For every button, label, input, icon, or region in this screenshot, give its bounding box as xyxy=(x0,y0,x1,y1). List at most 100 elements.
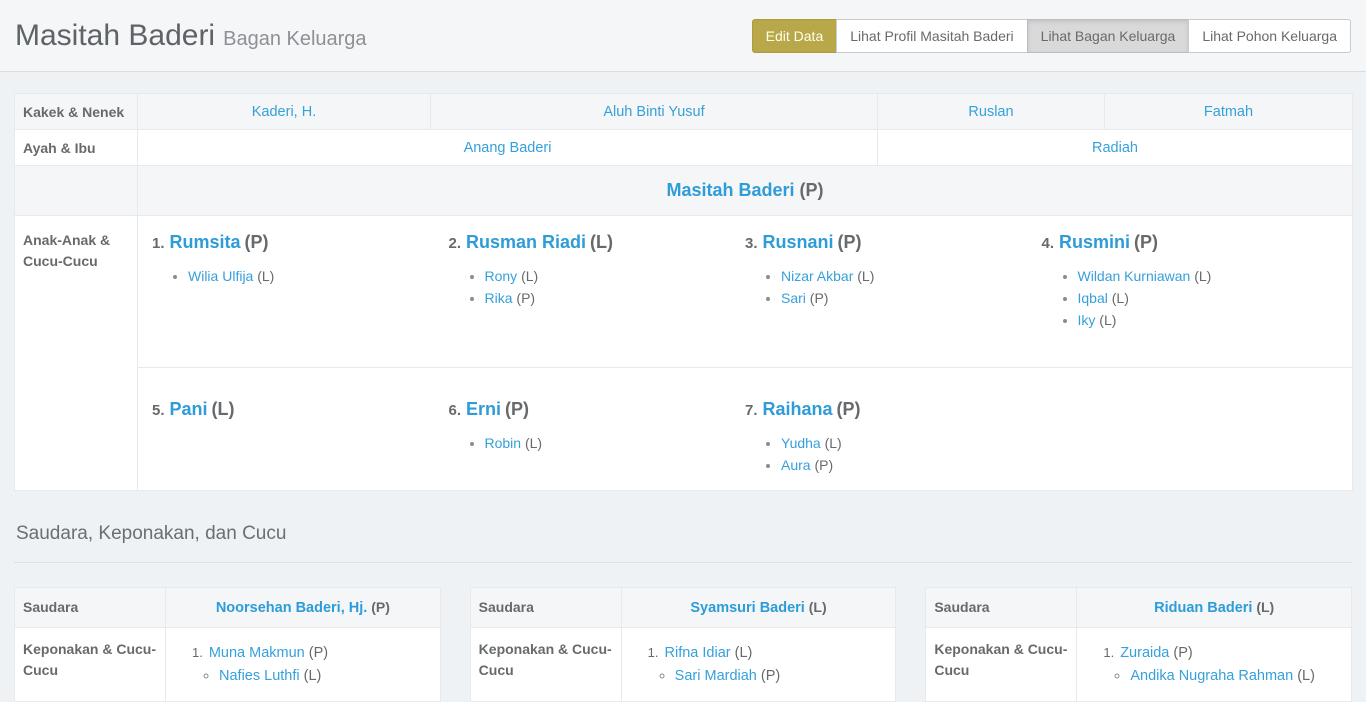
page-subtitle: Bagan Keluarga xyxy=(223,28,366,50)
grandparents-row: Kakek & Nenek Kaderi, H. Aluh Binti Yusu… xyxy=(15,94,1353,130)
view-family-chart-button[interactable]: Lihat Bagan Keluarga xyxy=(1027,19,1190,53)
grandmother-maternal-link[interactable]: Fatmah xyxy=(1204,104,1253,120)
nephew-gender: (P) xyxy=(1173,645,1192,661)
nephews-row: Keponakan & Cucu-Cucu 1.Rifna Idiar (L) … xyxy=(470,628,896,702)
nephew-child-gender: (L) xyxy=(304,668,322,684)
person-link[interactable]: Masitah Baderi xyxy=(666,180,794,200)
grandchildren-list: Wildan Kurniawan (L) Iqbal (L) Iky (L) xyxy=(1042,265,1329,331)
child-number: 6. xyxy=(449,402,462,419)
children-grid-row-2: 5.Pani(L) 6.Erni(P) Robin (L) 7.Raihana(… xyxy=(138,367,1352,490)
child-item: 1.Rumsita(P) Wilia Ulfija (L) xyxy=(152,232,449,331)
edit-data-button[interactable]: Edit Data xyxy=(752,19,838,53)
nephews-label: Keponakan & Cucu-Cucu xyxy=(15,628,166,702)
grandchild-gender: (L) xyxy=(521,268,538,284)
grandchild-link[interactable]: Yudha xyxy=(781,435,821,451)
grandchild-link[interactable]: Wilia Ulfija xyxy=(188,268,253,284)
nephew-number: 1. xyxy=(648,645,659,660)
grandfather-maternal-link[interactable]: Ruslan xyxy=(968,104,1013,120)
child-item: 3. Rusnani(P) Nizar Akbar (L) Sari (P) xyxy=(745,232,1042,331)
grandchild-link[interactable]: Wildan Kurniawan xyxy=(1078,268,1191,284)
child-link[interactable]: Erni xyxy=(466,399,501,419)
grandchild-item: Rony (L) xyxy=(485,265,736,287)
grandchildren-list: Robin (L) xyxy=(449,432,736,454)
child-gender: (P) xyxy=(838,232,862,252)
grandchild-link[interactable]: Rony xyxy=(485,268,518,284)
sibling-table-2: Saudara Syamsuri Baderi (L) Keponakan & … xyxy=(470,587,897,702)
child-number: 4. xyxy=(1042,235,1055,252)
child-link[interactable]: Raihana xyxy=(763,399,833,419)
child-number: 5. xyxy=(152,402,165,419)
grandchild-link[interactable]: Iqbal xyxy=(1078,290,1108,306)
view-profile-button[interactable]: Lihat Profil Masitah Baderi xyxy=(836,19,1027,53)
grandchild-link[interactable]: Iky xyxy=(1078,312,1096,328)
page-title: Masitah Baderi xyxy=(15,19,215,52)
sibling-link[interactable]: Syamsuri Baderi xyxy=(690,600,804,616)
child-link[interactable]: Rumsita xyxy=(170,232,241,252)
sibling-header-row: Saudara Syamsuri Baderi (L) xyxy=(470,588,896,628)
nephew-child-link[interactable]: Sari Mardiah xyxy=(675,668,757,684)
grandchild-link[interactable]: Rika xyxy=(485,290,513,306)
child-link[interactable]: Rusman Riadi xyxy=(466,232,586,252)
nephew-gender: (P) xyxy=(309,645,328,661)
grandmother-paternal-link[interactable]: Aluh Binti Yusuf xyxy=(603,104,704,120)
nephews-cell: 1.Zuraida (P) Andika Nugraha Rahman (L) xyxy=(1077,628,1352,702)
child-gender: (P) xyxy=(245,232,269,252)
grandmother-paternal-cell: Aluh Binti Yusuf xyxy=(431,94,878,130)
sibling-label: Saudara xyxy=(15,588,166,628)
parents-row: Ayah & Ibu Anang Baderi Radiah xyxy=(15,130,1353,166)
nephew-item: 1.Zuraida (P) Andika Nugraha Rahman (L) xyxy=(1103,641,1343,688)
grandparents-label: Kakek & Nenek xyxy=(15,94,138,130)
child-item: 5.Pani(L) xyxy=(152,399,449,476)
father-link[interactable]: Anang Baderi xyxy=(464,140,552,156)
siblings-section-title: Saudara, Keponakan, dan Cucu xyxy=(14,515,1352,563)
view-family-tree-button[interactable]: Lihat Pohon Keluarga xyxy=(1188,19,1351,53)
child-link[interactable]: Rusmini xyxy=(1059,232,1130,252)
nephew-child-link[interactable]: Andika Nugraha Rahman xyxy=(1130,668,1293,684)
grandchild-item: Wildan Kurniawan (L) xyxy=(1078,265,1329,287)
nephew-link[interactable]: Rifna Idiar xyxy=(665,645,731,661)
child-item: 6.Erni(P) Robin (L) xyxy=(449,399,746,476)
sibling-link[interactable]: Noorsehan Baderi, Hj. xyxy=(216,600,367,616)
sibling-gender: (L) xyxy=(1256,599,1274,615)
sibling-gender: (L) xyxy=(809,599,827,615)
grandfather-paternal-link[interactable]: Kaderi, H. xyxy=(252,104,316,120)
nephew-child-link[interactable]: Nafies Luthfi xyxy=(219,668,300,684)
grandchild-item: Wilia Ulfija (L) xyxy=(188,265,439,287)
mother-cell: Radiah xyxy=(878,130,1353,166)
grandchild-link[interactable]: Nizar Akbar xyxy=(781,268,853,284)
sibling-table-1: Saudara Noorsehan Baderi, Hj. (P) Kepona… xyxy=(14,587,441,702)
nephew-children-list: Sari Mardiah (P) xyxy=(648,665,888,688)
children-row: Anak-Anak & Cucu-Cucu 1.Rumsita(P) Wilia… xyxy=(15,216,1353,491)
children-grid-row-1: 1.Rumsita(P) Wilia Ulfija (L) 2.Rusman R… xyxy=(138,216,1352,367)
page-title-group: Masitah Baderi Bagan Keluarga xyxy=(15,19,367,53)
child-link[interactable]: Rusnani xyxy=(763,232,834,252)
child-number: 7. xyxy=(745,402,758,419)
person-gender: (P) xyxy=(800,180,824,200)
sibling-link[interactable]: Riduan Baderi xyxy=(1154,600,1252,616)
child-number: 3. xyxy=(745,235,758,252)
child-gender: (P) xyxy=(837,399,861,419)
grandchild-gender: (L) xyxy=(525,435,542,451)
grandchildren-list: Nizar Akbar (L) Sari (P) xyxy=(745,265,1032,309)
grandchildren-list: Wilia Ulfija (L) xyxy=(152,265,439,287)
child-link[interactable]: Pani xyxy=(170,399,208,419)
person-label-empty xyxy=(15,166,138,216)
child-item: 2.Rusman Riadi(L) Rony (L) Rika (P) xyxy=(449,232,746,331)
nephew-link[interactable]: Muna Makmun xyxy=(209,645,305,661)
grandmother-maternal-cell: Fatmah xyxy=(1105,94,1353,130)
sibling-tables: Saudara Noorsehan Baderi, Hj. (P) Kepona… xyxy=(14,587,1352,702)
grandfather-maternal-cell: Ruslan xyxy=(878,94,1105,130)
nephew-child-item: Nafies Luthfi (L) xyxy=(219,665,432,688)
mother-link[interactable]: Radiah xyxy=(1092,140,1138,156)
child-item-empty xyxy=(1042,399,1339,476)
grandfather-paternal-cell: Kaderi, H. xyxy=(138,94,431,130)
grandchild-link[interactable]: Robin xyxy=(485,435,522,451)
sibling-gender: (P) xyxy=(371,599,390,615)
nephew-link[interactable]: Zuraida xyxy=(1120,645,1169,661)
child-gender: (P) xyxy=(505,399,529,419)
grandchild-link[interactable]: Sari xyxy=(781,290,806,306)
grandchild-item: Iky (L) xyxy=(1078,309,1329,331)
family-chart-table: Kakek & Nenek Kaderi, H. Aluh Binti Yusu… xyxy=(14,93,1353,491)
grandchildren-list: Rony (L) Rika (P) xyxy=(449,265,736,309)
grandchild-link[interactable]: Aura xyxy=(781,457,811,473)
